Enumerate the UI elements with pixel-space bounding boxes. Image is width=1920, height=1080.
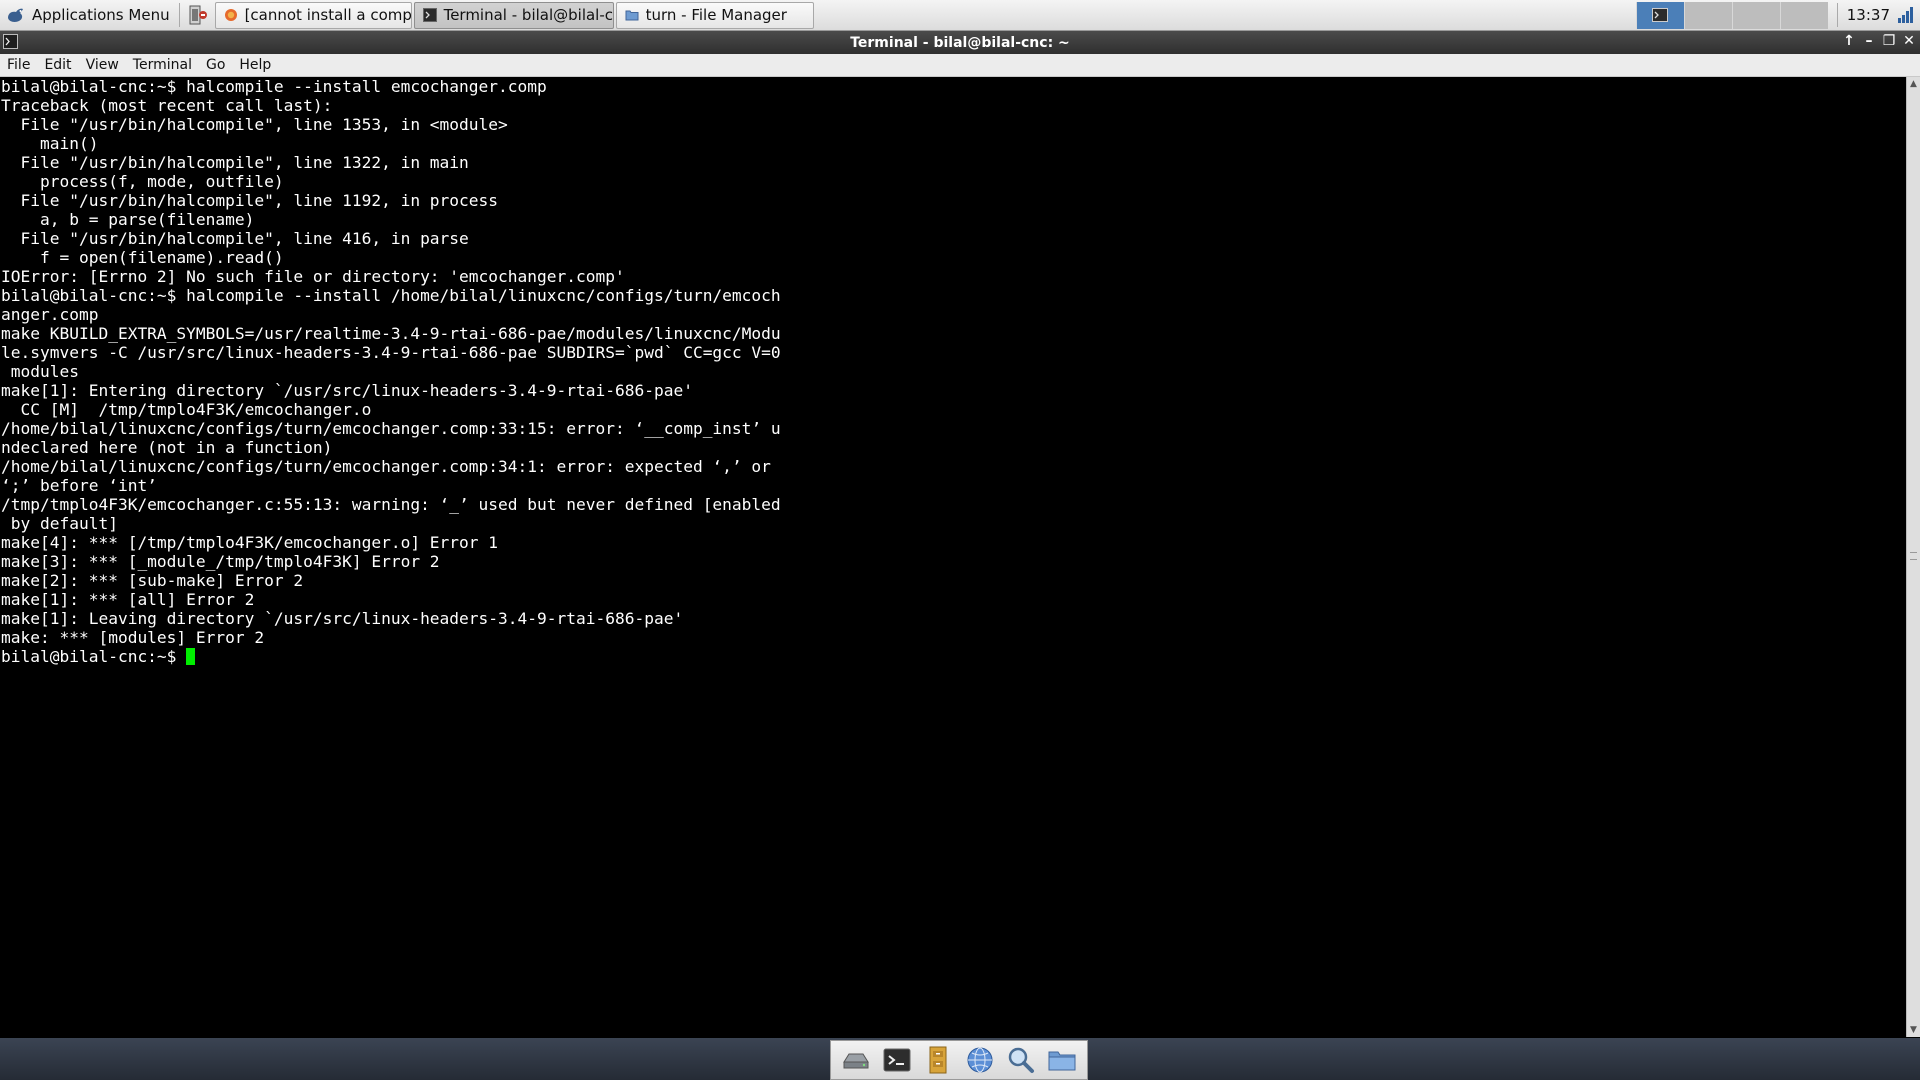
terminal-line: IOError: [Errno 2] No such file or direc…: [1, 267, 625, 286]
terminal-cursor: [186, 648, 196, 665]
terminal-icon[interactable]: [881, 1044, 913, 1076]
folder-icon: [625, 10, 639, 21]
terminal-output[interactable]: bilal@bilal-cnc:~$ halcompile --install …: [0, 77, 1906, 1037]
terminal-line: /home/bilal/linuxcnc/configs/turn/emcoch…: [1, 457, 771, 476]
terminal-line: File "/usr/bin/halcompile", line 416, in…: [1, 229, 469, 248]
terminal-line: make[2]: *** [sub-make] Error 2: [1, 571, 304, 590]
window-titlebar[interactable]: Terminal - bilal@bilal-cnc: ~ ↑ – ❐ ✕: [0, 31, 1920, 54]
terminal-line: make KBUILD_EXTRA_SYMBOLS=/usr/realtime-…: [1, 324, 781, 343]
terminal-icon: [422, 8, 437, 22]
terminal-line: bilal@bilal-cnc:~$ halcompile --install …: [1, 286, 781, 305]
terminal-line: File "/usr/bin/halcompile", line 1192, i…: [1, 191, 499, 210]
scrollbar-grip[interactable]: [1910, 552, 1917, 560]
shade-button[interactable]: ↑: [1842, 33, 1856, 49]
menu-help[interactable]: Help: [232, 57, 278, 73]
terminal-line: by default]: [1, 514, 118, 533]
terminal-line: le.symvers -C /usr/src/linux-headers-3.4…: [1, 343, 781, 362]
terminal-text: bilal@bilal-cnc:~$ halcompile --install …: [0, 77, 1906, 666]
panel-separator: [1836, 3, 1838, 27]
terminal-line: File "/usr/bin/halcompile", line 1322, i…: [1, 153, 469, 172]
workspace-switcher[interactable]: [1635, 1, 1828, 29]
maximize-button[interactable]: ❐: [1882, 33, 1896, 49]
minimize-button[interactable]: –: [1862, 33, 1876, 49]
task-label: [cannot install a comp n...: [244, 6, 412, 24]
menu-go[interactable]: Go: [199, 57, 232, 73]
terminal-line: make[4]: *** [/tmp/tmplo4F3K/emcochanger…: [1, 533, 499, 552]
task-terminal[interactable]: Terminal - bilal@bilal-cn...: [413, 1, 614, 29]
launcher-dock: [830, 1040, 1088, 1080]
terminal-line: modules: [1, 362, 79, 381]
terminal-scrollbar[interactable]: ▲ ▼: [1906, 77, 1920, 1037]
terminal-line: main(): [1, 134, 99, 153]
terminal-prompt-line[interactable]: bilal@bilal-cnc:~$: [1, 647, 1906, 666]
file-cabinet-icon[interactable]: [922, 1044, 954, 1076]
top-panel: Applications Menu [cannot install a comp…: [0, 0, 1920, 31]
clock[interactable]: 13:37: [1841, 6, 1896, 24]
terminal-line: /home/bilal/linuxcnc/configs/turn/emcoch…: [1, 419, 781, 438]
bottom-panel: [0, 1038, 1920, 1080]
terminal-line: File "/usr/bin/halcompile", line 1353, i…: [1, 115, 508, 134]
applications-menu-label: Applications Menu: [32, 6, 170, 24]
task-firefox[interactable]: [cannot install a comp n...: [214, 1, 412, 29]
menu-terminal[interactable]: Terminal: [126, 57, 199, 73]
terminal-line: CC [M] /tmp/tmplo4F3K/emcochanger.o: [1, 400, 372, 419]
terminal-line: process(f, mode, outfile): [1, 172, 284, 191]
applications-menu-button[interactable]: Applications Menu: [0, 0, 176, 30]
terminal-line: a, b = parse(filename): [1, 210, 255, 229]
task-label: turn - File Manager: [645, 6, 787, 24]
panel-separator: [178, 3, 180, 27]
terminal-line: make[1]: Leaving directory `/usr/src/lin…: [1, 609, 684, 628]
task-file-manager[interactable]: turn - File Manager: [615, 1, 814, 29]
workspace-2[interactable]: [1683, 1, 1732, 29]
terminal-icon[interactable]: [3, 34, 18, 49]
menu-view[interactable]: View: [79, 57, 126, 73]
menu-file[interactable]: File: [0, 57, 37, 73]
drive-icon[interactable]: [840, 1044, 872, 1076]
close-button[interactable]: ✕: [1902, 33, 1916, 49]
terminal-line: Traceback (most recent call last):: [1, 96, 333, 115]
network-signal-icon[interactable]: [1896, 5, 1916, 25]
logout-launcher-icon[interactable]: [187, 4, 209, 26]
web-browser-icon[interactable]: [964, 1044, 996, 1076]
menu-edit[interactable]: Edit: [37, 57, 78, 73]
workspace-1[interactable]: [1635, 1, 1684, 29]
search-icon[interactable]: [1005, 1044, 1037, 1076]
terminal-line: ‘;’ before ‘int’: [1, 476, 157, 495]
terminal-line: make[1]: Entering directory `/usr/src/li…: [1, 381, 693, 400]
firefox-icon: [224, 9, 237, 21]
terminal-line: make[3]: *** [_module_/tmp/tmplo4F3K] Er…: [1, 552, 440, 571]
scroll-up-arrow-icon[interactable]: ▲: [1907, 77, 1920, 91]
task-label: Terminal - bilal@bilal-cn...: [443, 6, 614, 24]
terminal-line: bilal@bilal-cnc:~$ halcompile --install …: [1, 77, 547, 96]
terminal-line: f = open(filename).read(): [1, 248, 284, 267]
workspace-4[interactable]: [1779, 1, 1828, 29]
workspace-3[interactable]: [1731, 1, 1780, 29]
menubar: File Edit View Terminal Go Help: [0, 54, 1920, 77]
terminal-line: make: *** [modules] Error 2: [1, 628, 265, 647]
terminal-line: make[1]: *** [all] Error 2: [1, 590, 255, 609]
scroll-down-arrow-icon[interactable]: ▼: [1907, 1023, 1920, 1037]
window-title: Terminal - bilal@bilal-cnc: ~: [850, 34, 1070, 51]
terminal-icon: [1652, 8, 1669, 22]
terminal-line: anger.comp: [1, 305, 99, 324]
terminal-line: /tmp/tmplo4F3K/emcochanger.c:55:13: warn…: [1, 495, 781, 514]
terminal-prompt: bilal@bilal-cnc:~$: [1, 647, 187, 666]
xfce-mouse-icon: [8, 8, 23, 22]
terminal-line: ndeclared here (not in a function): [1, 438, 333, 457]
folder-icon[interactable]: [1046, 1044, 1078, 1076]
